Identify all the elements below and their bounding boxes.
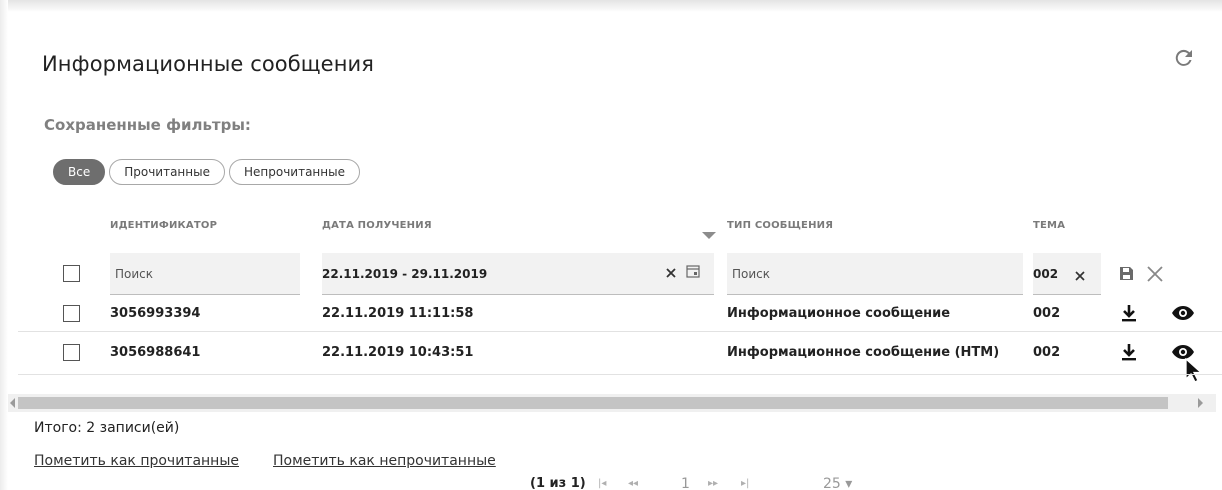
row-2-type: Информационное сообщение (HTM): [727, 345, 1000, 360]
previous-page-button[interactable]: ◂◂: [628, 478, 638, 489]
mouse-cursor-icon: [1184, 357, 1204, 388]
row-2-download-icon[interactable]: [1121, 342, 1137, 366]
column-header-subject[interactable]: ТЕМА: [1033, 220, 1065, 231]
first-page-button[interactable]: |◂: [598, 478, 606, 489]
pager-info: (1 из 1): [530, 476, 586, 490]
scroll-left-arrow-icon[interactable]: [10, 398, 15, 408]
saved-filters-label: Сохраненные фильтры:: [44, 116, 251, 134]
clear-subject-icon[interactable]: [1074, 267, 1086, 286]
row-1-download-icon[interactable]: [1121, 303, 1137, 327]
reset-filter-icon[interactable]: [1145, 264, 1165, 288]
scroll-right-arrow-icon[interactable]: [1198, 398, 1203, 408]
refresh-icon[interactable]: [1172, 46, 1196, 70]
row-separator: [18, 374, 1222, 375]
type-filter-box: [727, 253, 1023, 295]
subject-filter-box: 002: [1033, 253, 1101, 295]
subject-filter-value[interactable]: 002: [1033, 267, 1058, 281]
mark-unread-link[interactable]: Пометить как непрочитанные: [273, 453, 496, 469]
window-top-shadow: [0, 0, 1222, 12]
filter-chip-unread[interactable]: Непрочитанные: [228, 159, 360, 185]
scroll-thumb[interactable]: [18, 397, 1168, 409]
type-search-input[interactable]: [727, 253, 1023, 295]
row-1-view-icon[interactable]: [1171, 305, 1195, 325]
saved-filter-chips: Все Прочитанные Непрочитанные: [53, 159, 360, 185]
id-filter-box: [110, 253, 300, 295]
row-2-checkbox[interactable]: [63, 344, 80, 361]
calendar-icon[interactable]: [686, 263, 700, 283]
horizontal-scrollbar[interactable]: [8, 394, 1216, 412]
current-page[interactable]: 1: [681, 476, 690, 490]
column-header-id[interactable]: ИДЕНТИФИКАТОР: [110, 220, 217, 231]
next-page-button[interactable]: ▸▸: [708, 478, 718, 489]
clear-date-icon[interactable]: [664, 265, 678, 284]
mark-read-link[interactable]: Пометить как прочитанные: [34, 453, 239, 469]
save-filter-icon[interactable]: [1118, 265, 1135, 286]
last-page-button[interactable]: ▸|: [741, 478, 749, 489]
row-1-date: 22.11.2019 11:11:58: [322, 306, 474, 321]
row-1-id: 3056993394: [110, 306, 201, 321]
page-title: Информационные сообщения: [42, 52, 375, 76]
window-left-shadow: [0, 0, 8, 490]
select-all-checkbox[interactable]: [63, 265, 80, 282]
sort-caret-icon[interactable]: [702, 232, 716, 239]
column-header-date[interactable]: ДАТА ПОЛУЧЕНИЯ: [322, 220, 432, 231]
page-size-select[interactable]: 25 ▾: [823, 476, 852, 490]
filter-chip-read[interactable]: Прочитанные: [109, 159, 225, 185]
row-1-subject: 002: [1033, 306, 1061, 321]
row-2-id: 3056988641: [110, 345, 201, 360]
filter-chip-all[interactable]: Все: [53, 159, 106, 185]
row-separator: [18, 331, 1222, 332]
column-header-type[interactable]: ТИП СООБЩЕНИЯ: [727, 220, 833, 231]
date-range-value[interactable]: 22.11.2019 - 29.11.2019: [322, 267, 487, 281]
row-2-date: 22.11.2019 10:43:51: [322, 345, 474, 360]
row-2-subject: 002: [1033, 345, 1061, 360]
id-search-input[interactable]: [110, 253, 300, 295]
total-records: Итого: 2 записи(ей): [34, 420, 180, 436]
messages-panel: Информационные сообщения Сохраненные фил…: [8, 12, 1222, 490]
date-filter-box: 22.11.2019 - 29.11.2019: [322, 253, 714, 295]
row-1-checkbox[interactable]: [63, 305, 80, 322]
row-1-type: Информационное сообщение: [727, 306, 951, 321]
